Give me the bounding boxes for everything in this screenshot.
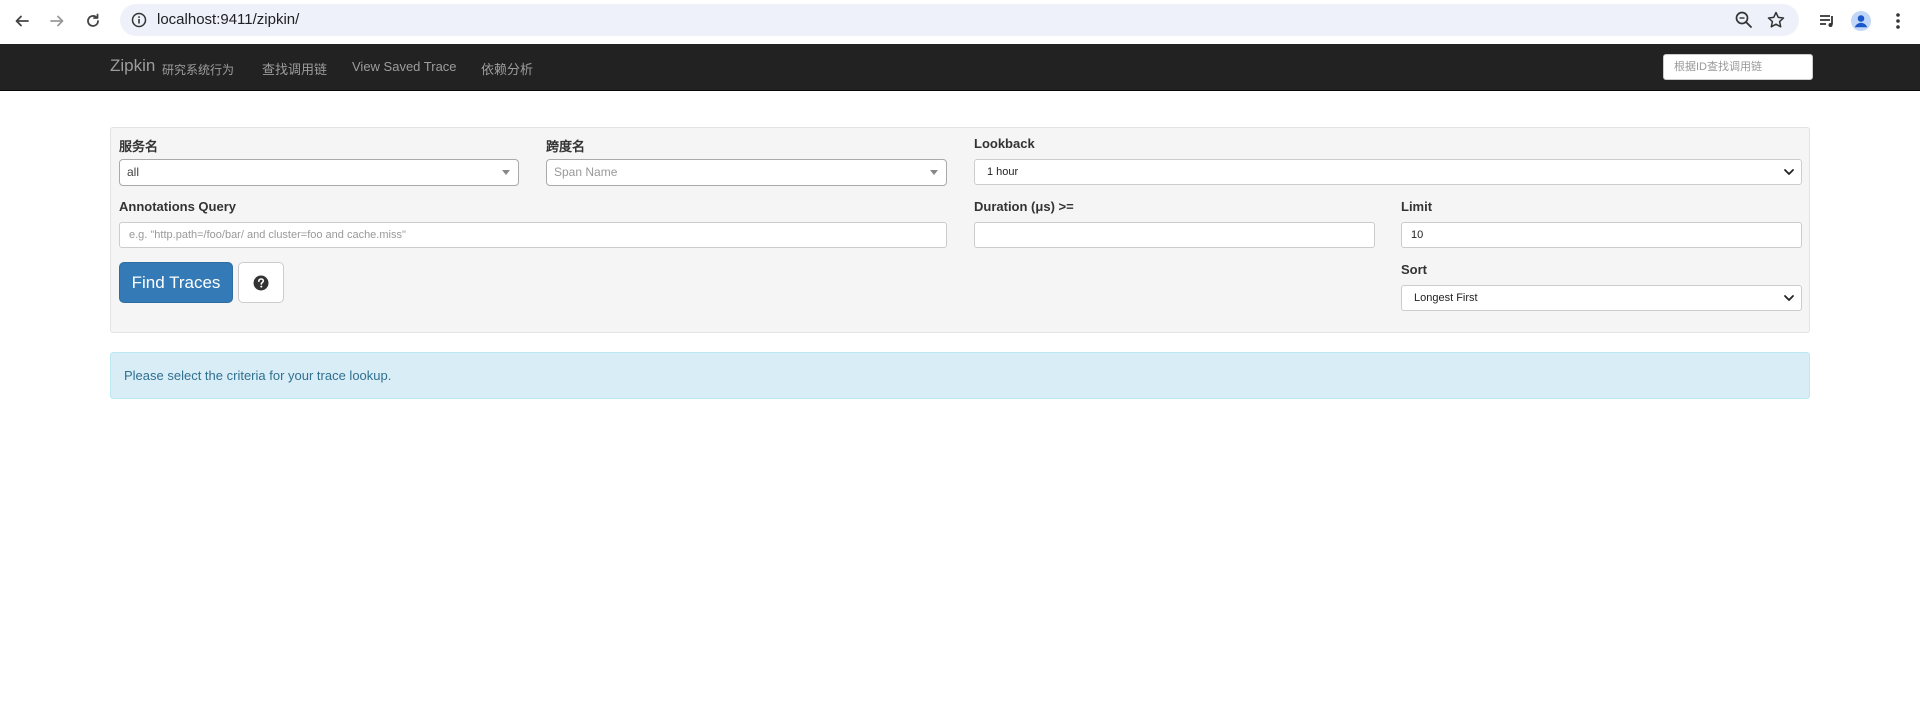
nav-view-saved-trace[interactable]: View Saved Trace: [352, 59, 457, 74]
forward-arrow-icon[interactable]: [44, 8, 70, 34]
span-name-select[interactable]: Span Name: [546, 159, 947, 186]
lookback-label: Lookback: [974, 136, 1035, 151]
span-name-placeholder: Span Name: [554, 165, 618, 179]
duration-label: Duration (μs) >=: [974, 199, 1074, 214]
reload-icon[interactable]: [80, 8, 106, 34]
service-name-label: 服务名: [119, 139, 159, 154]
annotations-query-input[interactable]: [119, 222, 947, 248]
limit-label: Limit: [1401, 199, 1433, 214]
annotations-query-label: Annotations Query: [119, 199, 237, 214]
brand-tagline: 研究系统行为: [162, 63, 235, 77]
nav-dependencies[interactable]: 依赖分析: [481, 59, 533, 78]
site-info-icon[interactable]: [130, 11, 148, 29]
profile-icon[interactable]: [1849, 9, 1873, 33]
url-text[interactable]: localhost:9411/zipkin/: [157, 10, 299, 30]
top-navbar: Zipkin 研究系统行为 查找调用链 View Saved Trace 依赖分…: [0, 44, 1920, 91]
service-name-select[interactable]: all: [119, 159, 519, 186]
sort-value: Longest First: [1414, 292, 1478, 304]
chevron-down-icon: [1784, 169, 1794, 175]
brand-logo[interactable]: Zipkin: [110, 56, 155, 76]
duration-input[interactable]: [974, 222, 1375, 248]
alert-message: Please select the criteria for your trac…: [124, 368, 392, 383]
lookback-value: 1 hour: [987, 166, 1019, 178]
nav-find-trace[interactable]: 查找调用链: [262, 59, 327, 78]
info-alert: Please select the criteria for your trac…: [110, 352, 1810, 399]
lookback-select[interactable]: 1 hour: [974, 159, 1802, 185]
find-traces-button[interactable]: Find Traces: [119, 262, 233, 303]
search-form-panel: 服务名 all 跨度名 Span Name Lookback 1 hour An…: [110, 127, 1810, 333]
chevron-down-icon: [930, 170, 938, 175]
media-controls-icon[interactable]: [1815, 9, 1839, 33]
help-button[interactable]: [238, 262, 284, 303]
span-name-label: 跨度名: [546, 139, 586, 154]
chevron-down-icon: [502, 170, 510, 175]
chevron-down-icon: [1784, 295, 1794, 301]
sort-select[interactable]: Longest First: [1401, 285, 1802, 311]
zoom-icon[interactable]: [1734, 10, 1754, 30]
sort-label: Sort: [1401, 262, 1427, 277]
question-circle-icon: [253, 275, 269, 290]
service-name-value: all: [127, 165, 140, 179]
back-arrow-icon[interactable]: [9, 8, 35, 34]
kebab-menu-icon[interactable]: [1886, 9, 1910, 33]
limit-input[interactable]: [1401, 222, 1802, 248]
trace-id-search-input[interactable]: [1663, 54, 1813, 80]
bookmark-star-icon[interactable]: [1766, 10, 1786, 30]
browser-toolbar: localhost:9411/zipkin/: [0, 0, 1920, 42]
address-bar[interactable]: localhost:9411/zipkin/: [120, 4, 1799, 36]
